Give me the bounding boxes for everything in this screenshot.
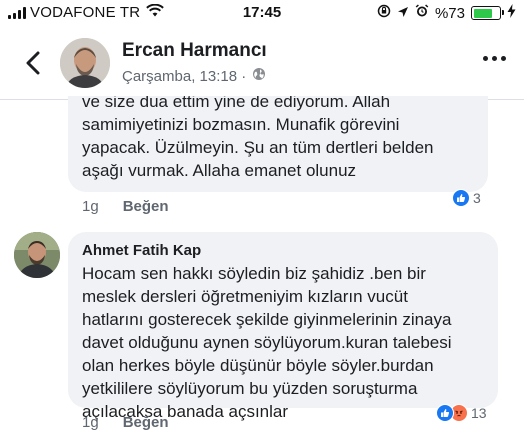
status-bar: VODAFONE TR 17:45 %73 bbox=[0, 0, 524, 26]
comment-bubble: Ahmet Fatih Kap Hocam sen hakkı söyledin… bbox=[68, 232, 498, 421]
post-timestamp: Çarşamba, 13:18 · bbox=[122, 67, 266, 85]
reaction-summary[interactable]: 3 bbox=[452, 189, 481, 207]
post-header: Ercan Harmancı Çarşamba, 13:18 · bbox=[0, 26, 524, 100]
comment-bubble: ve size dua ettim yine de ediyorum. Alla… bbox=[68, 96, 488, 192]
comment-actions: 1g Beğen bbox=[82, 198, 169, 215]
comment-actions: 1g Beğen bbox=[82, 414, 169, 431]
alarm-icon bbox=[415, 4, 429, 22]
battery-fill bbox=[473, 8, 492, 18]
timestamp-text: Çarşamba, 13:18 · bbox=[122, 67, 247, 85]
like-icon bbox=[436, 404, 454, 422]
globe-icon bbox=[252, 67, 266, 85]
like-button[interactable]: Beğen bbox=[123, 198, 169, 215]
comment-text: ve size dua ettim yine de ediyorum. Alla… bbox=[82, 96, 434, 180]
battery-icon bbox=[471, 6, 504, 20]
charging-icon bbox=[507, 4, 516, 22]
commenter-avatar[interactable] bbox=[14, 232, 60, 278]
like-button[interactable]: Beğen bbox=[123, 414, 169, 431]
status-right: %73 bbox=[377, 4, 516, 22]
reaction-summary[interactable]: 13 bbox=[436, 404, 487, 422]
reaction-count: 3 bbox=[473, 190, 481, 206]
chevron-left-icon bbox=[26, 51, 40, 75]
location-icon bbox=[397, 5, 409, 22]
more-options-button[interactable] bbox=[483, 56, 506, 61]
author-avatar[interactable] bbox=[60, 38, 110, 88]
commenter-name[interactable]: Ahmet Fatih Kap bbox=[82, 242, 201, 259]
like-icon bbox=[452, 189, 470, 207]
comment-text: Hocam sen hakkı söyledin biz şahidiz .be… bbox=[82, 264, 452, 421]
reaction-count: 13 bbox=[471, 405, 487, 421]
back-button[interactable] bbox=[18, 48, 48, 78]
comment-time: 1g bbox=[82, 198, 99, 215]
rotation-lock-icon bbox=[377, 4, 391, 22]
battery-percent: %73 bbox=[434, 4, 465, 22]
author-name[interactable]: Ercan Harmancı bbox=[122, 40, 267, 62]
comment-time: 1g bbox=[82, 414, 99, 431]
